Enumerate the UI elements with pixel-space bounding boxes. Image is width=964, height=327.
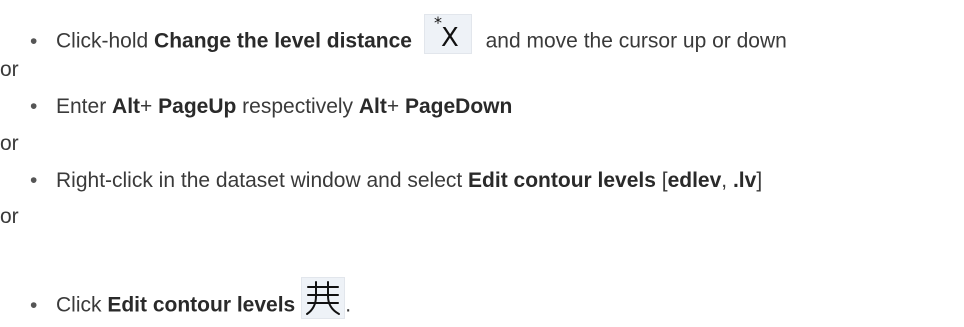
- item-2-bold-pagedown: PageDown: [404, 95, 513, 118]
- change-level-distance-icon[interactable]: * X: [423, 14, 472, 54]
- item-3-bold-edit-contour: Edit contour levels: [468, 169, 656, 192]
- x-glyph: X: [441, 23, 459, 53]
- instruction-item-1: • Click-hold Change the level distance * …: [30, 14, 787, 62]
- bullet: •: [30, 29, 38, 53]
- item-1-prefix: Click-hold: [56, 29, 155, 53]
- instruction-item-2: • Enter Alt+ PageUp respectively Alt+ Pag…: [30, 95, 512, 119]
- separator-or-3: or: [0, 205, 19, 229]
- separator-text: or: [0, 132, 19, 155]
- item-1-suffix: and move the cursor up or down: [479, 29, 787, 53]
- item-2-bold-alt-2: Alt: [358, 95, 387, 118]
- item-4-end: .: [345, 293, 352, 317]
- edit-contour-levels-icon[interactable]: [301, 277, 346, 319]
- bullet: •: [30, 169, 38, 192]
- bullet: •: [30, 293, 38, 317]
- item-4-bold-edit-contour: Edit contour levels: [107, 293, 296, 317]
- item-2-bold-pageup: PageUp: [158, 95, 237, 118]
- item-3-open-bracket: [: [655, 169, 668, 192]
- item-1-bold: Change the level distance: [154, 29, 412, 53]
- separator-text: or: [0, 58, 19, 81]
- item-2-plus-2: +: [386, 95, 405, 118]
- item-3-comma: ,: [721, 169, 733, 192]
- item-3-bold-edlev: edlev: [667, 169, 722, 192]
- item-2-mid: respectively: [236, 95, 359, 118]
- bullet: •: [30, 95, 38, 118]
- item-3-bold-lv: .lv: [732, 169, 757, 192]
- separator-text: or: [0, 205, 19, 228]
- item-2-prefix: Enter: [56, 95, 113, 118]
- instruction-item-4: • Click Edit contour levels .: [30, 277, 352, 327]
- item-3-prefix: Right-click in the dataset window and se…: [56, 169, 469, 192]
- item-3-close-bracket: ]: [756, 169, 763, 192]
- item-2-plus: +: [140, 95, 159, 118]
- item-4-prefix: Click: [56, 293, 108, 317]
- instruction-item-3: • Right-click in the dataset window and s…: [30, 169, 762, 193]
- separator-or-1: or: [0, 58, 19, 82]
- separator-or-2: or: [0, 132, 19, 156]
- item-2-bold-alt: Alt: [112, 95, 141, 118]
